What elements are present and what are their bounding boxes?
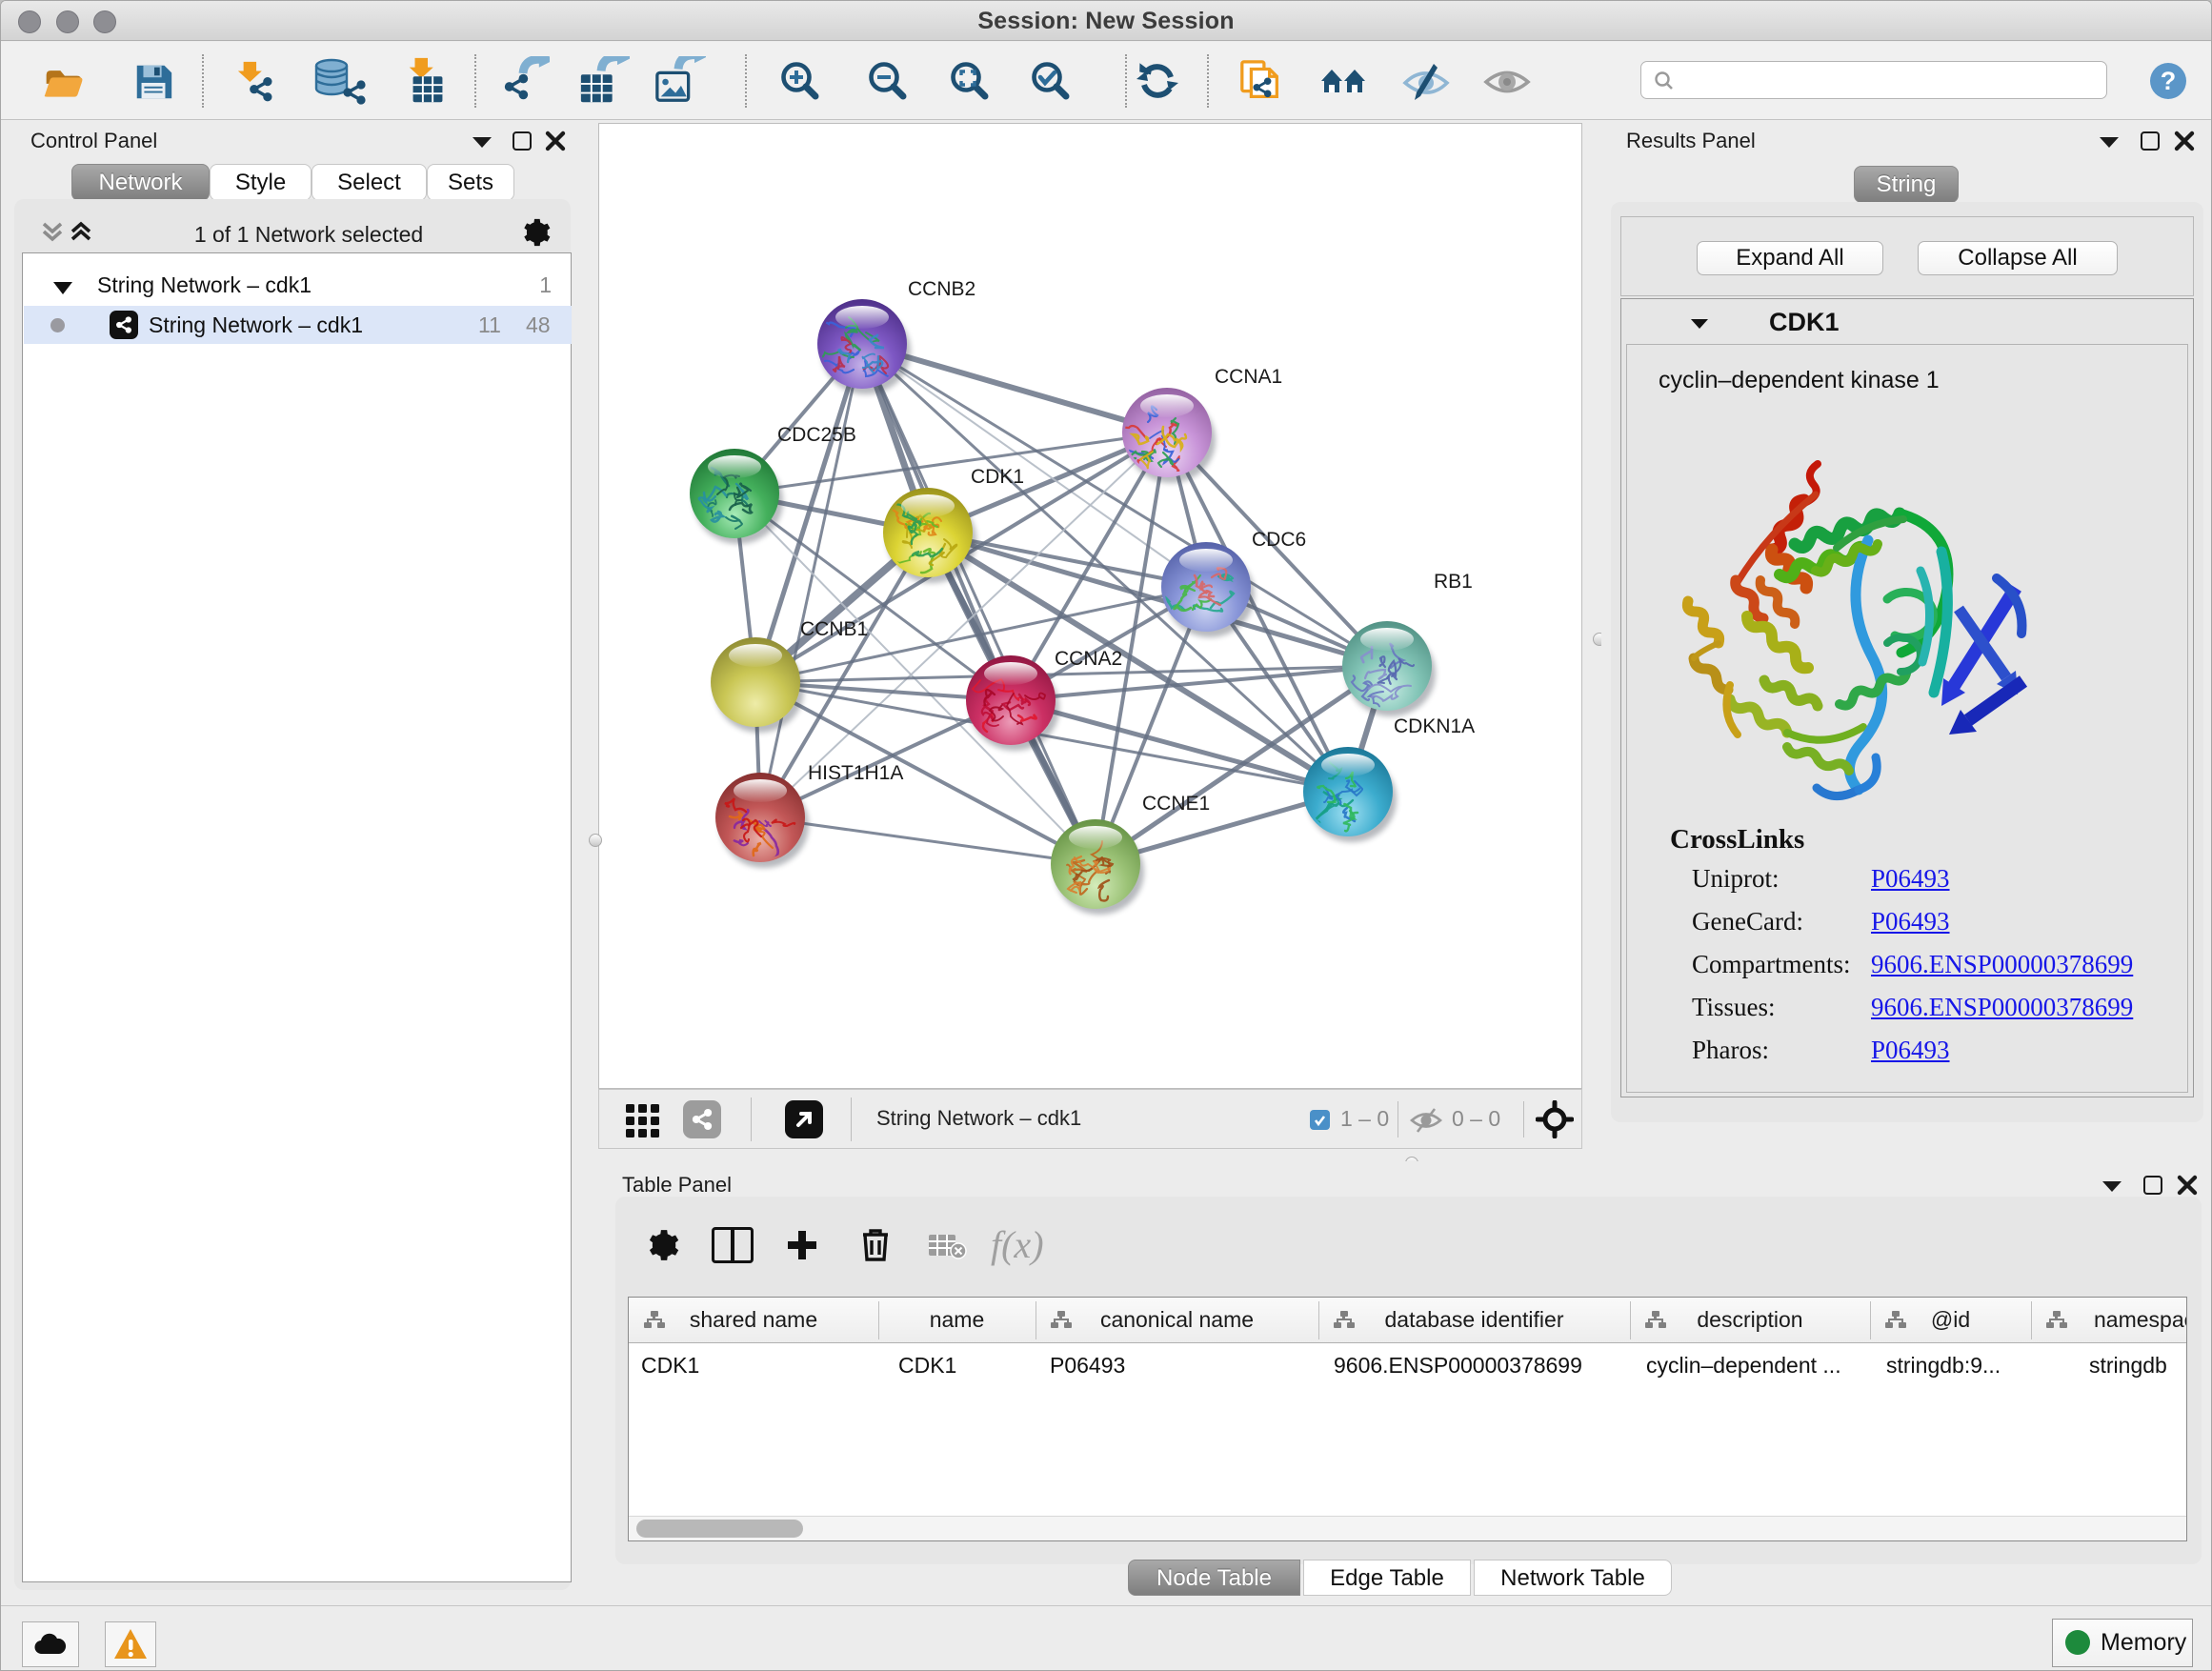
svg-text:CCNE1: CCNE1 [1142,793,1210,815]
svg-text:CCNA2: CCNA2 [1055,648,1122,670]
svg-text:HIST1H1A: HIST1H1A [808,762,903,784]
svg-text:RB1: RB1 [1434,571,1473,593]
svg-text:CDC6: CDC6 [1252,529,1306,551]
svg-text:CDC25B: CDC25B [777,424,856,446]
svg-text:CCNA1: CCNA1 [1215,366,1282,388]
svg-text:CDKN1A: CDKN1A [1394,715,1475,737]
svg-text:CDK1: CDK1 [971,466,1024,488]
svg-text:CCNB1: CCNB1 [800,618,868,640]
svg-text:CCNB2: CCNB2 [908,278,975,300]
